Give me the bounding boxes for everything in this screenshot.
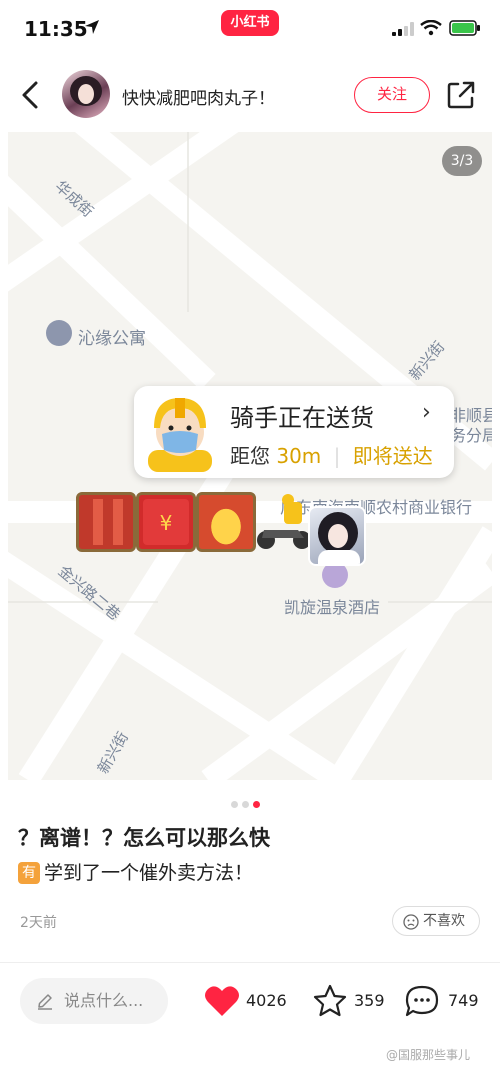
separator: | <box>333 444 341 468</box>
like-count: 4026 <box>246 991 287 1010</box>
eta-text: 即将送达 <box>352 444 433 468</box>
you-emoji-icon: 有 <box>18 862 40 884</box>
location-arrow-icon <box>85 20 99 34</box>
post-body: 有学到了一个催外卖方法！ <box>18 858 253 885</box>
distance-prefix: 距您 <box>230 444 270 468</box>
red-envelope-icon[interactable]: ¥ <box>136 492 196 552</box>
cellular-signal-icon <box>392 22 414 36</box>
gift-box-icon[interactable] <box>76 492 136 552</box>
battery-icon <box>449 20 480 36</box>
share-icon[interactable] <box>446 80 476 110</box>
rider-distance-line: 距您 30m | 即将送达 <box>230 440 433 469</box>
image-page-indicator: 3/3 <box>442 146 482 176</box>
comment-placeholder: 说点什么... <box>64 991 144 1010</box>
carousel-dots <box>231 793 264 812</box>
carousel-dot <box>242 801 249 808</box>
like-heart-icon[interactable] <box>204 984 240 1018</box>
rider-status-card[interactable]: 骑手正在送货 › 距您 30m | 即将送达 <box>134 386 454 478</box>
sad-face-icon <box>403 914 419 930</box>
favorite-count: 359 <box>354 991 385 1010</box>
map-label-side: 务分局 <box>450 426 492 445</box>
wifi-icon <box>420 20 442 36</box>
comment-count: 749 <box>448 991 479 1010</box>
pencil-icon <box>38 994 52 1010</box>
comment-input[interactable]: 说点什么... <box>20 978 168 1024</box>
user-photo-marker <box>308 506 366 566</box>
author-name[interactable]: 快快减肥吧肉丸子！ <box>122 84 275 109</box>
distance-value: 30m <box>276 444 322 468</box>
back-chevron-icon[interactable] <box>18 80 44 110</box>
rider-status-title: 骑手正在送货 <box>230 404 374 432</box>
dislike-button[interactable]: 不喜欢 <box>392 906 480 936</box>
status-bar: 11:35 小红书 <box>0 0 500 60</box>
author-avatar[interactable] <box>62 70 110 118</box>
delivery-scooter-icon <box>257 494 311 549</box>
dislike-label: 不喜欢 <box>423 913 465 929</box>
note-header: 快快减肥吧肉丸子！ 关注 <box>0 62 500 130</box>
status-time: 11:35 <box>24 17 88 41</box>
follow-button[interactable]: 关注 <box>354 77 430 113</box>
delivery-rider-icon <box>148 398 212 472</box>
post-title: ？离谱！？怎么可以那么快 <box>18 826 270 850</box>
watermark: @国服那些事儿 <box>386 1048 471 1062</box>
map-label-hotel: 凯旋温泉酒店 <box>284 598 381 617</box>
map-label-apartment: 沁缘公寓 <box>78 329 146 349</box>
note-image-map[interactable]: 华成街 沁缘公寓 新兴街 金兴路二巷 新兴街 广东南海南顺农村商业银行 非顺县 … <box>8 132 492 780</box>
carousel-dot <box>231 801 238 808</box>
post-date: 2天前 <box>20 915 57 931</box>
gold-ingot-icon[interactable] <box>196 492 256 552</box>
building-poi-icon <box>46 320 72 346</box>
post-body-text: 学到了一个催外卖方法！ <box>44 862 254 884</box>
favorite-star-icon[interactable] <box>312 984 348 1018</box>
carousel-dot-active <box>253 801 260 808</box>
chevron-right-icon: › <box>422 400 431 425</box>
comment-bubble-icon[interactable] <box>404 984 440 1018</box>
divider <box>0 962 500 963</box>
brand-badge: 小红书 <box>221 10 279 36</box>
